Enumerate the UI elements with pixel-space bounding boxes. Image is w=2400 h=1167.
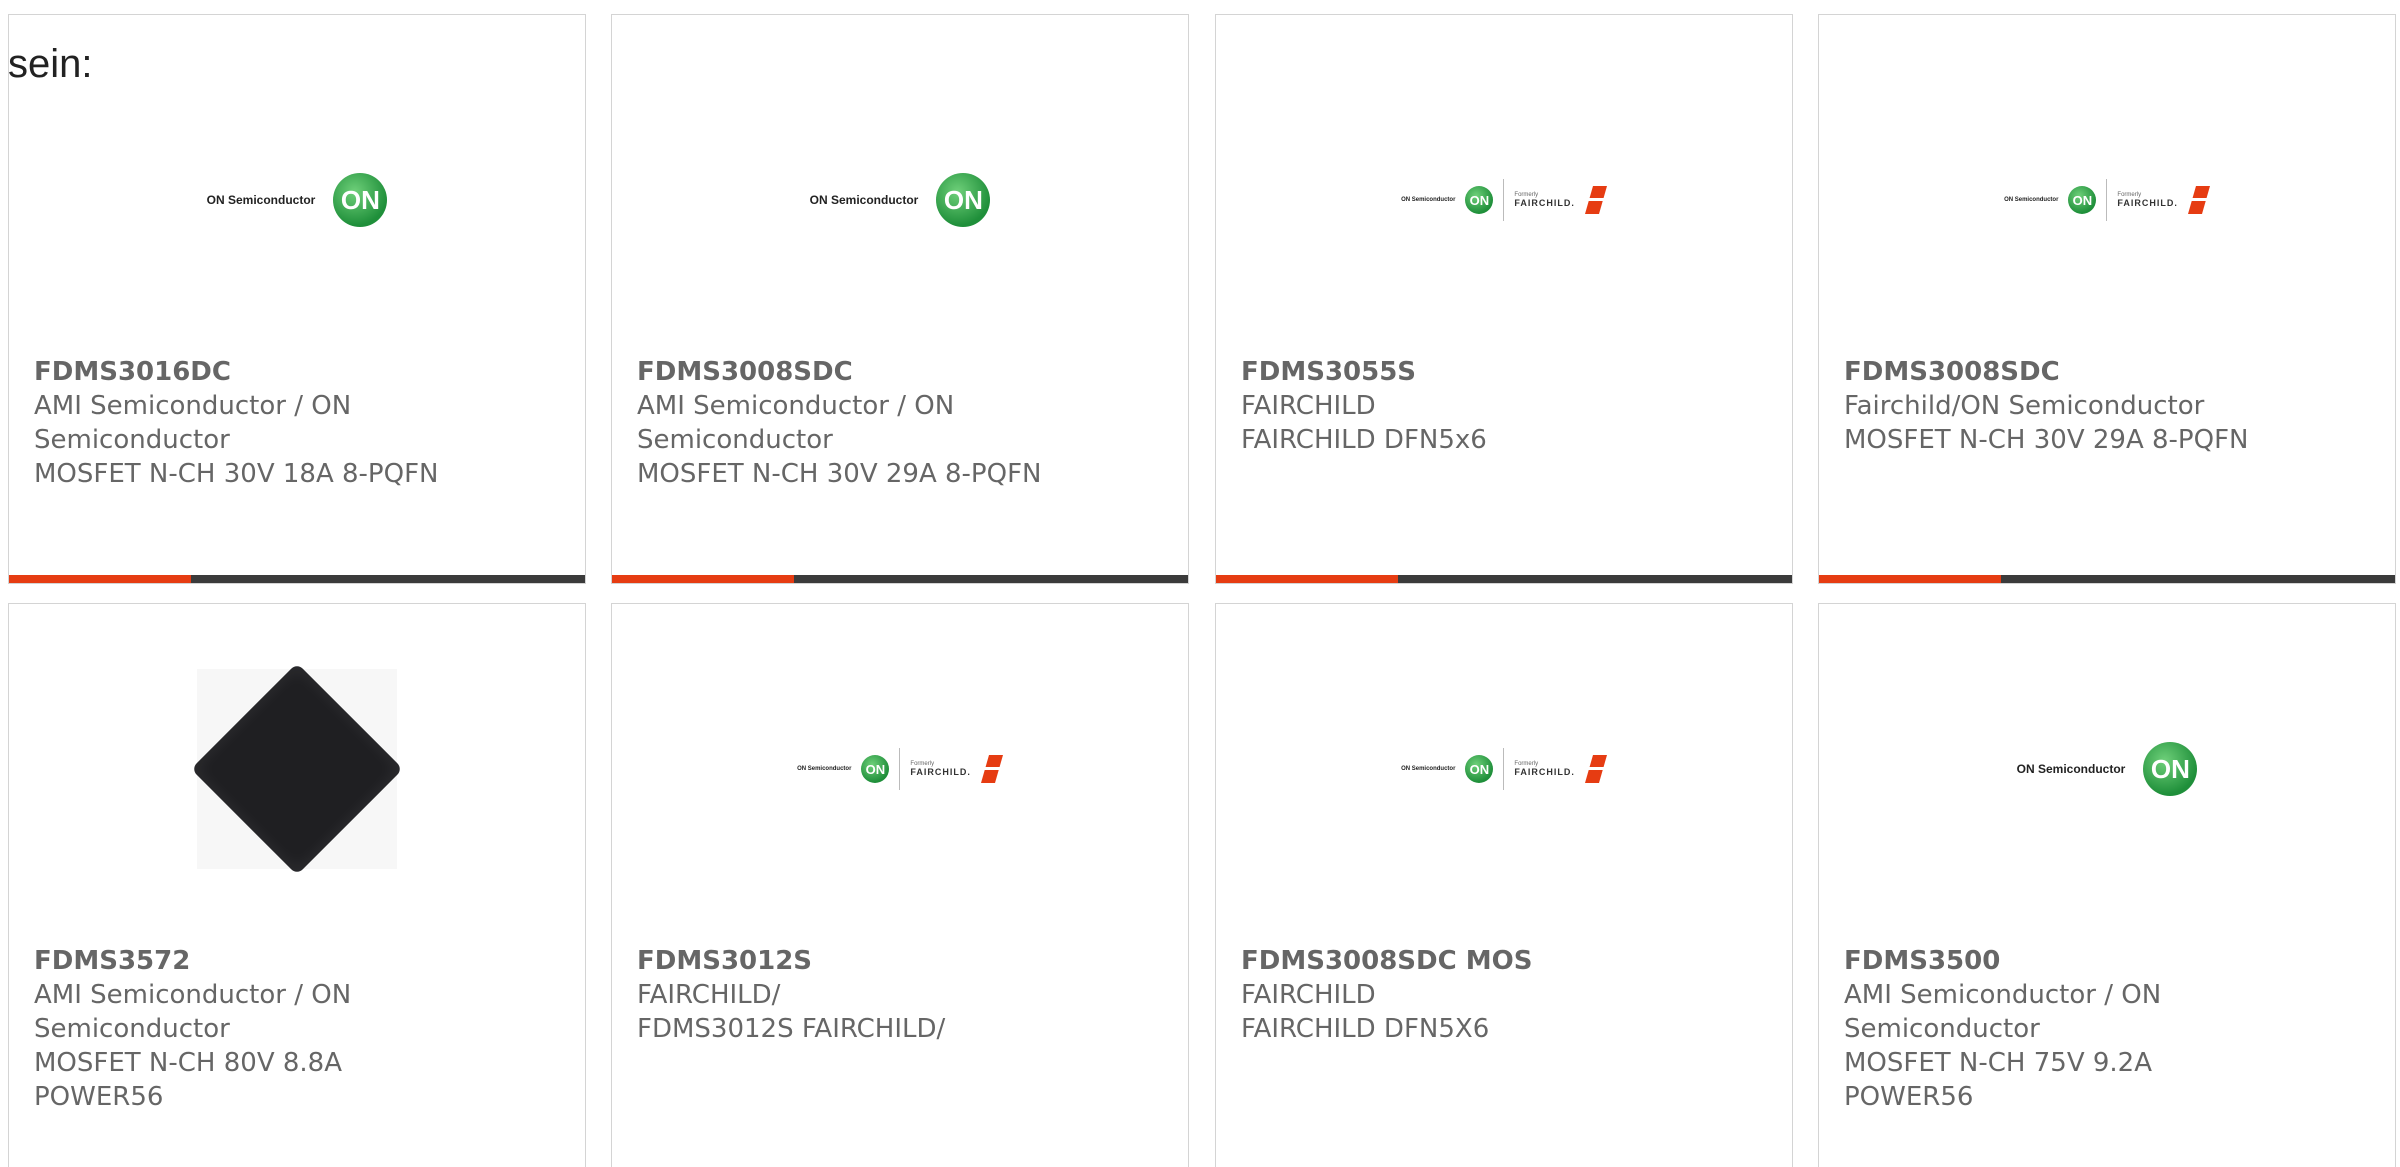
- part-number[interactable]: FDMS3016DC: [34, 355, 565, 389]
- product-info: FDMS3008SDC MOS FAIRCHILD FAIRCHILD DFN5…: [1241, 944, 1772, 1046]
- product-card[interactable]: ON Semiconductor ON FDMS3016DC AMI Semic…: [8, 14, 586, 584]
- part-number[interactable]: FDMS3055S: [1241, 355, 1772, 389]
- logo-divider: [1503, 748, 1505, 790]
- on-logo-text: ON Semiconductor: [809, 193, 919, 207]
- product-card[interactable]: ON Semiconductor ON Formerly FAIRCHILD. …: [1215, 603, 1793, 1167]
- product-line: POWER56: [34, 1082, 164, 1112]
- fairchild-wordmark: Formerly FAIRCHILD.: [1514, 192, 1575, 208]
- fairchild-wordmark: Formerly FAIRCHILD.: [910, 761, 971, 777]
- part-number[interactable]: FDMS3008SDC: [1844, 355, 2375, 389]
- product-line: MOSFET N-CH 30V 29A 8-PQFN: [1844, 425, 2249, 455]
- fairchild-name: FAIRCHILD.: [1514, 767, 1575, 777]
- part-number[interactable]: FDMS3012S: [637, 944, 1168, 978]
- chip-package-icon: [190, 662, 404, 876]
- product-line: AMI Semiconductor / ON: [1844, 980, 2162, 1010]
- manufacturer-logo: ON Semiconductor ON Formerly FAIRCHILD.: [1819, 95, 2395, 305]
- on-logo-text: ON Semiconductor: [2004, 197, 2059, 203]
- on-logo-text: ON Semiconductor: [2016, 762, 2126, 776]
- on-semiconductor-logo: ON Semiconductor ON: [810, 173, 991, 227]
- product-card[interactable]: ON Semiconductor ON Formerly FAIRCHILD. …: [611, 603, 1189, 1167]
- product-line: FAIRCHILD: [1241, 391, 1376, 421]
- fairchild-name: FAIRCHILD.: [2117, 198, 2178, 208]
- chip-image: [190, 662, 404, 876]
- on-semiconductor-logo: ON Semiconductor ON: [2017, 742, 2198, 796]
- on-logo-mark: ON: [936, 173, 991, 227]
- product-info: FDMS3572 AMI Semiconductor / ON Semicond…: [34, 944, 565, 1114]
- fairchild-name: FAIRCHILD.: [1514, 198, 1575, 208]
- product-line: MOSFET N-CH 30V 18A 8-PQFN: [34, 459, 439, 489]
- on-logo-mark: ON: [1465, 755, 1494, 783]
- on-fairchild-logo: ON Semiconductor ON Formerly FAIRCHILD.: [797, 748, 1003, 790]
- product-line: AMI Semiconductor / ON: [34, 980, 352, 1010]
- manufacturer-logo: ON Semiconductor ON Formerly FAIRCHILD.: [1216, 95, 1792, 305]
- product-line: MOSFET N-CH 80V 8.8A: [34, 1048, 343, 1078]
- product-card[interactable]: FDMS3572 AMI Semiconductor / ON Semicond…: [8, 603, 586, 1167]
- manufacturer-logo: ON Semiconductor ON: [1819, 664, 2395, 874]
- logo-divider: [899, 748, 901, 790]
- on-semiconductor-logo: ON Semiconductor ON: [207, 173, 388, 227]
- manufacturer-logo: ON Semiconductor ON Formerly FAIRCHILD.: [612, 664, 1188, 874]
- manufacturer-logo: ON Semiconductor ON: [612, 95, 1188, 305]
- logo-divider: [1503, 179, 1505, 221]
- product-line: AMI Semiconductor / ON: [637, 391, 955, 421]
- card-accent-bar: [612, 575, 1188, 583]
- product-card[interactable]: ON Semiconductor ON FDMS3008SDC AMI Semi…: [611, 14, 1189, 584]
- product-line: Semiconductor: [1844, 1014, 2040, 1044]
- product-line: Semiconductor: [637, 425, 833, 455]
- fairchild-slash-icon: [1584, 186, 1607, 214]
- fairchild-slash-icon: [2187, 186, 2210, 214]
- manufacturer-logo: ON Semiconductor ON Formerly FAIRCHILD.: [1216, 664, 1792, 874]
- product-line: AMI Semiconductor / ON: [34, 391, 352, 421]
- product-info: FDMS3008SDC Fairchild/ON Semiconductor M…: [1844, 355, 2375, 457]
- intro-text: sein:: [8, 42, 93, 86]
- on-fairchild-logo: ON Semiconductor ON Formerly FAIRCHILD.: [1401, 748, 1607, 790]
- product-card[interactable]: ON Semiconductor ON FDMS3500 AMI Semicon…: [1818, 603, 2396, 1167]
- product-line: POWER56: [1844, 1082, 1974, 1112]
- product-info: FDMS3016DC AMI Semiconductor / ON Semico…: [34, 355, 565, 491]
- fairchild-name: FAIRCHILD.: [910, 767, 971, 777]
- product-line: FAIRCHILD DFN5X6: [1241, 1014, 1490, 1044]
- on-logo-text: ON Semiconductor: [1401, 197, 1456, 203]
- part-number[interactable]: FDMS3572: [34, 944, 565, 978]
- on-logo-mark: ON: [2143, 742, 2198, 796]
- product-line: FAIRCHILD: [1241, 980, 1376, 1010]
- on-logo-text: ON Semiconductor: [797, 766, 852, 772]
- card-accent-bar: [1819, 575, 2395, 583]
- on-fairchild-logo: ON Semiconductor ON Formerly FAIRCHILD.: [1401, 179, 1607, 221]
- on-logo-text: ON Semiconductor: [206, 193, 316, 207]
- product-card[interactable]: ON Semiconductor ON Formerly FAIRCHILD. …: [1818, 14, 2396, 584]
- card-accent-bar: [1216, 575, 1792, 583]
- product-line: FDMS3012S FAIRCHILD/: [637, 1014, 946, 1044]
- fairchild-slash-icon: [980, 755, 1003, 783]
- on-logo-mark: ON: [2068, 186, 2097, 214]
- on-logo-mark: ON: [333, 173, 388, 227]
- on-logo-text: ON Semiconductor: [1401, 766, 1456, 772]
- part-number[interactable]: FDMS3008SDC MOS: [1241, 944, 1772, 978]
- product-grid-page: sein: ON Semiconductor ON FDMS3016DC AMI…: [0, 0, 2400, 1167]
- product-line: Fairchild/ON Semiconductor: [1844, 391, 2205, 421]
- product-line: FAIRCHILD/: [637, 980, 781, 1010]
- fairchild-wordmark: Formerly FAIRCHILD.: [2117, 192, 2178, 208]
- product-line: MOSFET N-CH 30V 29A 8-PQFN: [637, 459, 1042, 489]
- product-line: FAIRCHILD DFN5x6: [1241, 425, 1487, 455]
- manufacturer-logo: ON Semiconductor ON: [9, 95, 585, 305]
- card-accent-bar: [9, 575, 585, 583]
- part-number[interactable]: FDMS3500: [1844, 944, 2375, 978]
- product-info: FDMS3008SDC AMI Semiconductor / ON Semic…: [637, 355, 1168, 491]
- logo-divider: [2106, 179, 2108, 221]
- fairchild-slash-icon: [1584, 755, 1607, 783]
- fairchild-wordmark: Formerly FAIRCHILD.: [1514, 761, 1575, 777]
- product-info: FDMS3012S FAIRCHILD/ FDMS3012S FAIRCHILD…: [637, 944, 1168, 1046]
- product-card[interactable]: ON Semiconductor ON Formerly FAIRCHILD. …: [1215, 14, 1793, 584]
- on-logo-mark: ON: [861, 755, 890, 783]
- part-number[interactable]: FDMS3008SDC: [637, 355, 1168, 389]
- product-line: MOSFET N-CH 75V 9.2A: [1844, 1048, 2153, 1078]
- product-line: Semiconductor: [34, 1014, 230, 1044]
- product-info: FDMS3500 AMI Semiconductor / ON Semicond…: [1844, 944, 2375, 1114]
- product-image: [9, 662, 585, 876]
- product-line: Semiconductor: [34, 425, 230, 455]
- on-logo-mark: ON: [1465, 186, 1494, 214]
- product-info: FDMS3055S FAIRCHILD FAIRCHILD DFN5x6: [1241, 355, 1772, 457]
- on-fairchild-logo: ON Semiconductor ON Formerly FAIRCHILD.: [2004, 179, 2210, 221]
